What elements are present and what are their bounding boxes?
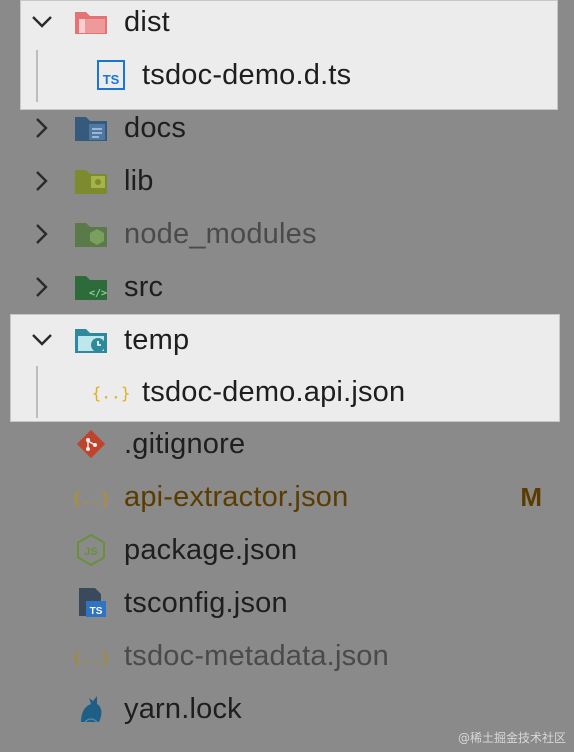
tsconfig-icon: TS — [72, 586, 110, 620]
yarn-icon — [72, 692, 110, 726]
tree-item-label: src — [124, 270, 164, 303]
tree-item-label: tsconfig.json — [124, 586, 288, 619]
tree-item-label: docs — [124, 111, 187, 144]
svg-text:{..}: {..} — [72, 489, 110, 508]
tree-item-src[interactable]: </> src — [0, 261, 574, 313]
git-modified-badge: M — [520, 481, 542, 512]
folder-src-icon: </> — [72, 270, 110, 304]
tree-item-lib[interactable]: lib — [0, 155, 574, 207]
svg-text:{..}: {..} — [92, 384, 130, 403]
folder-docs-icon — [72, 111, 110, 145]
svg-text:{..}: {..} — [72, 648, 110, 667]
json-file-icon: {..} — [92, 375, 130, 409]
tree-item-label: lib — [124, 164, 154, 197]
tree-item-temp[interactable]: temp — [0, 314, 574, 366]
tree-item-tsdoc-metadata[interactable]: {..} tsdoc-metadata.json — [0, 630, 574, 682]
svg-text:</>: </> — [89, 288, 107, 299]
tree-item-label: yarn.lock — [124, 692, 242, 725]
git-icon — [72, 427, 110, 461]
tree-item-label: tsdoc-metadata.json — [124, 639, 389, 672]
tree-item-api-extractor[interactable]: {..} api-extractor.json M — [0, 471, 574, 523]
json-file-icon: {..} — [72, 639, 110, 673]
json-file-icon: {..} — [72, 480, 110, 514]
tree-item-gitignore[interactable]: .gitignore — [0, 418, 574, 470]
nodejs-icon: JS — [72, 533, 110, 567]
chevron-right-icon[interactable] — [30, 116, 54, 140]
chevron-down-icon[interactable] — [30, 328, 54, 352]
tree-item-node-modules[interactable]: node_modules — [0, 208, 574, 260]
chevron-down-icon[interactable] — [30, 10, 54, 34]
tree-item-label: temp — [124, 323, 190, 356]
tree-item-label: package.json — [124, 533, 298, 566]
tree-item-tsdoc-demo-api-json[interactable]: {..} tsdoc-demo.api.json — [0, 366, 574, 418]
tree-item-docs[interactable]: docs — [0, 102, 574, 154]
typescript-file-icon: TS — [92, 58, 130, 92]
tree-item-label: api-extractor.json — [124, 480, 349, 513]
tree-item-label: .gitignore — [124, 427, 246, 460]
folder-temp-icon — [72, 323, 110, 357]
chevron-right-icon[interactable] — [30, 222, 54, 246]
tree-item-label: node_modules — [124, 217, 317, 250]
tree-item-tsdoc-demo-d-ts[interactable]: TS tsdoc-demo.d.ts — [0, 49, 574, 101]
svg-text:JS: JS — [84, 546, 97, 558]
svg-text:TS: TS — [103, 72, 120, 87]
tree-item-label: tsdoc-demo.api.json — [142, 375, 406, 408]
watermark: @稀土掘金技术社区 — [457, 731, 566, 745]
folder-lib-icon — [72, 164, 110, 198]
tree-item-tsconfig[interactable]: TS tsconfig.json — [0, 577, 574, 629]
chevron-right-icon[interactable] — [30, 169, 54, 193]
tree-item-label: dist — [124, 5, 170, 38]
folder-node-icon — [72, 217, 110, 251]
tree-item-package-json[interactable]: JS package.json — [0, 524, 574, 576]
tree-item-yarn-lock[interactable]: yarn.lock — [0, 683, 574, 735]
folder-open-red-icon — [72, 5, 110, 39]
chevron-right-icon[interactable] — [30, 275, 54, 299]
tree-item-dist[interactable]: dist — [0, 0, 574, 48]
tree-item-label: tsdoc-demo.d.ts — [142, 58, 352, 91]
svg-text:TS: TS — [90, 606, 103, 617]
